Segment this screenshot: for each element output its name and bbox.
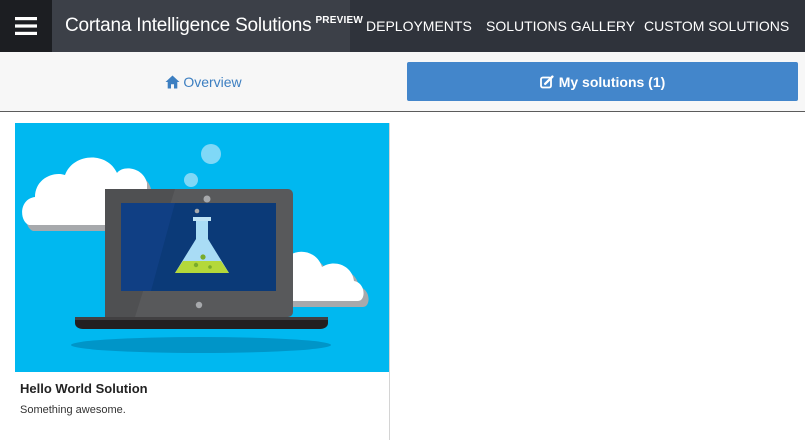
solution-thumbnail: [15, 123, 389, 372]
preview-badge: PREVIEW: [315, 14, 363, 26]
tab-my-solutions[interactable]: My solutions (1): [407, 62, 798, 101]
right-cloud: [281, 251, 369, 307]
laptop-shadow: [71, 337, 331, 353]
bubble-medium: [184, 173, 198, 187]
nav-custom-solutions[interactable]: CUSTOM SOLUTIONS: [644, 0, 789, 52]
tab-overview-label: Overview: [183, 74, 242, 90]
tab-my-solutions-label: My solutions (1): [558, 73, 666, 90]
brand-title[interactable]: Cortana Intelligence Solutions PREVIEW: [52, 0, 363, 52]
top-navbar: Cortana Intelligence Solutions PREVIEW D…: [0, 0, 805, 52]
nav-solutions-gallery[interactable]: SOLUTIONS GALLERY: [486, 0, 635, 52]
edit-square-icon: [539, 74, 554, 88]
solution-title[interactable]: Hello World Solution: [20, 381, 148, 396]
tab-bar: Overview My solutions (1): [0, 52, 805, 112]
tab-overview[interactable]: Overview: [0, 52, 407, 112]
bubble-large: [201, 144, 221, 164]
home-icon: [165, 75, 180, 89]
hamburger-menu-button[interactable]: [0, 0, 52, 52]
brand-name: Cortana Intelligence Solutions: [65, 15, 312, 36]
nav-deployments[interactable]: DEPLOYMENTS: [366, 0, 472, 52]
hamburger-menu-icon: [15, 17, 37, 35]
solution-card[interactable]: Hello World Solution Something awesome.: [14, 123, 390, 440]
laptop-flask-illustration: [22, 144, 369, 353]
solution-description: Something awesome.: [20, 404, 126, 416]
